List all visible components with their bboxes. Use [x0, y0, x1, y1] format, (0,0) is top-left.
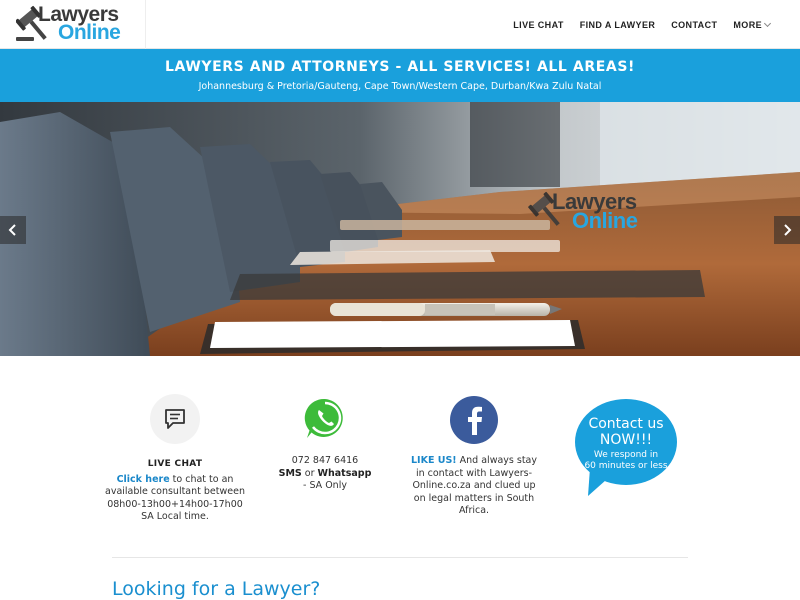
click-here-link[interactable]: Click here — [117, 474, 170, 485]
sms-whatsapp-line: SMS or Whatsapp — [262, 468, 388, 481]
bubble-line2: NOW!!! — [599, 432, 653, 448]
nav-contact[interactable]: CONTACT — [671, 20, 717, 30]
banner-subtitle: Johannesburg & Pretoria/Gauteng, Cape To… — [198, 81, 602, 92]
phone-feature: 072 847 6416 SMS or Whatsapp - SA Only — [262, 396, 388, 493]
facebook-feature: LIKE US! And always stay in contact with… — [406, 396, 542, 518]
nav-more[interactable]: MORE — [733, 19, 772, 30]
site-logo[interactable]: Lawyers Online — [15, 4, 134, 46]
nav-live-chat[interactable]: LIVE CHAT — [513, 20, 563, 30]
main-nav: LIVE CHAT FIND A LAWYER CONTACT MORE — [513, 0, 772, 49]
office-hours: 08h00-13h00+14h00-17h00 — [107, 498, 243, 510]
live-chat-title: LIVE CHAT — [147, 459, 203, 469]
facebook-icon[interactable] — [450, 396, 498, 444]
bubble-line1: Contact us — [588, 416, 664, 432]
contact-us-bubble[interactable]: Contact us NOW!!! We respond in 60 minut… — [572, 398, 682, 498]
chevron-left-icon — [8, 224, 16, 236]
or-label: or — [301, 467, 318, 479]
hero-logo-watermark: Lawyers Online — [528, 188, 650, 234]
slider-next-button[interactable] — [774, 216, 800, 244]
boardroom-image — [0, 102, 800, 356]
facebook-text: LIKE US! And always stay in contact with… — [406, 455, 542, 518]
nav-more-label: MORE — [733, 19, 762, 30]
bubble-line3: We respond in — [593, 450, 659, 460]
chat-icon[interactable] — [150, 394, 200, 444]
nav-find-a-lawyer[interactable]: FIND A LAWYER — [580, 20, 656, 30]
live-chat-feature: LIVE CHAT Click here to chat to an avail… — [104, 394, 246, 524]
slider-prev-button[interactable] — [0, 216, 26, 244]
services-banner: LAWYERS AND ATTORNEYS - ALL SERVICES! AL… — [0, 49, 800, 102]
chevron-right-icon — [784, 224, 792, 236]
whatsapp-label: Whatsapp — [317, 467, 372, 479]
local-time-note: SA Local time. — [141, 511, 209, 522]
logo-text-online: Online — [58, 21, 121, 44]
site-header: Lawyers Online LIVE CHAT FIND A LAWYER C… — [0, 0, 800, 49]
sa-only-note: - SA Only — [303, 480, 347, 491]
header-divider — [145, 0, 146, 49]
whatsapp-icon[interactable] — [302, 396, 348, 442]
looking-for-lawyer-heading: Looking for a Lawyer? — [112, 578, 321, 600]
hero-logo-text-online: Online — [572, 208, 638, 233]
hero-slider: Lawyers Online — [0, 102, 800, 356]
section-divider — [112, 557, 688, 558]
live-chat-text: Click here to chat to an available consu… — [104, 474, 246, 524]
phone-number[interactable]: 072 847 6416 — [262, 455, 388, 468]
banner-title: LAWYERS AND ATTORNEYS - ALL SERVICES! AL… — [165, 59, 635, 75]
bubble-line4: 60 minutes or less — [584, 461, 668, 471]
sms-label: SMS — [278, 467, 302, 479]
like-us-link[interactable]: LIKE US! — [411, 455, 457, 466]
chevron-down-icon — [763, 19, 772, 27]
